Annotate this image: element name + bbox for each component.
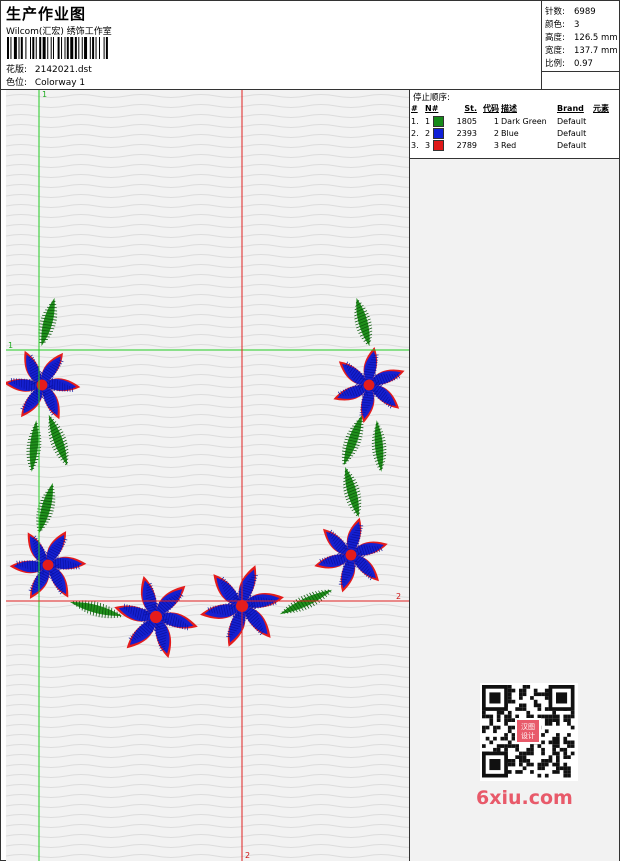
row-element bbox=[592, 127, 619, 139]
guide-v2-label: 2 bbox=[245, 851, 250, 860]
row-brand: Default bbox=[557, 140, 587, 150]
stat-colors: 颜色: 3 bbox=[545, 20, 580, 30]
col-brand: Brand bbox=[557, 104, 584, 113]
table-row: 1. 1 1805 1 Dark Green Default bbox=[410, 115, 619, 127]
row-code: 1 bbox=[493, 116, 499, 126]
row-brand: Default bbox=[557, 128, 587, 138]
color-swatch bbox=[432, 115, 444, 127]
production-sheet: 生产作业图 Wilcom(汇宏) 绣饰工作室 花版: 2142021.dst 色… bbox=[0, 0, 620, 861]
stat-height: 高度: 126.5 mm bbox=[545, 33, 618, 43]
pattern-file: 花版: 2142021.dst bbox=[6, 62, 92, 75]
row-stitches: 2393 bbox=[456, 128, 477, 138]
svg-text:设计: 设计 bbox=[521, 731, 535, 740]
col-description: 描述 bbox=[501, 104, 517, 113]
design-canvas: 1 1 2 2 bbox=[6, 90, 409, 861]
pattern-value: 2142021.dst bbox=[34, 65, 92, 75]
design-stats: 针数: 6989 颜色: 3 高度: 126.5 mm 宽度: 137.7 mm 比例:… bbox=[541, 1, 620, 89]
row-stitches: 2789 bbox=[456, 140, 477, 150]
company-name: Wilcom(汇宏) 绣饰工作室 bbox=[6, 27, 112, 37]
qr-code: 汉图设计 bbox=[480, 683, 578, 781]
row-needle: 2 bbox=[424, 127, 452, 139]
stat-scale: 比例: 0.97 bbox=[545, 59, 593, 69]
svg-text:汉图: 汉图 bbox=[521, 723, 535, 731]
color-swatch bbox=[432, 139, 444, 151]
row-index: 2. bbox=[411, 128, 419, 138]
guide-h2-label: 2 bbox=[396, 592, 401, 601]
watermark: 汉图 设计 6xiu.com bbox=[472, 681, 584, 816]
colorway: 色位: Colorway 1 bbox=[6, 75, 85, 88]
table-row: 3. 3 2789 3 Red Default bbox=[410, 139, 619, 151]
row-needle: 1 bbox=[424, 115, 452, 127]
row-element bbox=[592, 139, 619, 151]
row-code: 2 bbox=[493, 128, 499, 138]
watermark-text: 6xiu.com bbox=[476, 787, 573, 809]
sheet-title: 生产作业图 bbox=[6, 5, 87, 23]
embroidery-preview: 1 1 2 2 bbox=[6, 90, 410, 861]
table-row: 2. 2 2393 2 Blue Default bbox=[410, 127, 619, 139]
row-element bbox=[592, 115, 619, 127]
colorway-label: 色位: bbox=[6, 78, 28, 88]
row-needle: 3 bbox=[424, 139, 452, 151]
stat-width: 宽度: 137.7 mm bbox=[545, 46, 618, 56]
stats-divider bbox=[542, 71, 620, 72]
row-stitches: 1805 bbox=[456, 116, 477, 126]
stop-sequence-panel: 停止顺序: # N# St. 代码 描述 Brand 元素 1. 1 1805 1 D… bbox=[410, 90, 619, 159]
col-needle: N# bbox=[425, 104, 439, 113]
row-description: Dark Green bbox=[501, 116, 547, 126]
col-code: 代码 bbox=[483, 104, 499, 113]
stat-stitches: 针数: 6989 bbox=[545, 7, 596, 17]
barcode bbox=[7, 37, 108, 59]
row-description: Blue bbox=[501, 128, 519, 138]
colorway-value: Colorway 1 bbox=[34, 78, 86, 88]
row-index: 1. bbox=[411, 116, 419, 126]
pattern-label: 花版: bbox=[6, 65, 28, 75]
col-stitches: St. bbox=[464, 104, 477, 113]
row-index: 3. bbox=[411, 140, 419, 150]
row-brand: Default bbox=[557, 116, 587, 126]
guide-v1-label: 1 bbox=[42, 90, 47, 99]
guide-h1-label: 1 bbox=[8, 341, 13, 350]
color-swatch bbox=[432, 127, 444, 139]
header-info: 生产作业图 Wilcom(汇宏) 绣饰工作室 花版: 2142021.dst 色… bbox=[1, 1, 541, 89]
table-header-row: # N# St. 代码 描述 Brand 元素 bbox=[410, 102, 619, 115]
row-code: 3 bbox=[493, 140, 499, 150]
col-index: # bbox=[411, 104, 418, 113]
col-element: 元素 bbox=[593, 104, 609, 113]
row-description: Red bbox=[501, 140, 517, 150]
stop-sequence-table: # N# St. 代码 描述 Brand 元素 1. 1 1805 1 Dark Gr… bbox=[410, 102, 619, 151]
